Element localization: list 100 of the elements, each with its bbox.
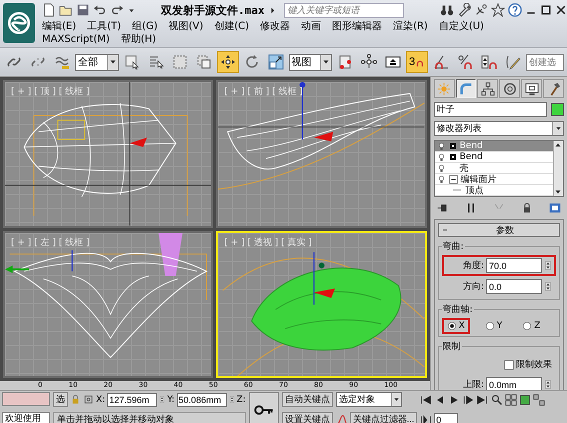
light-bulb-icon[interactable] xyxy=(436,174,446,184)
sun-icon xyxy=(437,82,452,96)
play-icon[interactable] xyxy=(448,394,460,406)
zoom-all-icon[interactable] xyxy=(505,394,518,406)
menu-item[interactable]: 自定义(U) xyxy=(438,20,484,33)
group-label: 弯曲: xyxy=(442,240,465,253)
menu-item[interactable]: 渲染(R) xyxy=(393,20,428,33)
light-bulb-icon[interactable] xyxy=(436,142,446,150)
caret-icon xyxy=(108,58,116,66)
radio-label: Y xyxy=(496,321,502,331)
up-arrow-box-icon xyxy=(385,54,401,70)
spinner-arrows-icon[interactable] xyxy=(228,393,235,406)
spinner-arrows-icon[interactable] xyxy=(544,259,552,272)
undo-icon[interactable] xyxy=(93,3,107,17)
menu-item[interactable]: 组(G) xyxy=(132,20,158,33)
panel-tab[interactable] xyxy=(543,79,564,98)
new-file-icon[interactable] xyxy=(42,3,56,17)
app-logo-icon[interactable] xyxy=(6,10,32,36)
modifier-stack-item[interactable]: Bend xyxy=(434,152,553,163)
modifier-stack-item[interactable]: 编辑面片 xyxy=(434,174,553,185)
zoom-extents-icon[interactable] xyxy=(519,394,532,406)
panel-tab[interactable] xyxy=(477,79,498,98)
menu-item[interactable]: 视图(V) xyxy=(168,20,204,33)
scrollbar[interactable] xyxy=(553,141,563,196)
panel-tab[interactable] xyxy=(456,79,476,98)
group-label: 弯曲轴: xyxy=(442,304,474,316)
radio-button[interactable] xyxy=(484,321,495,331)
menu-item[interactable]: 工具(T) xyxy=(87,20,122,33)
configure-sets-icon[interactable] xyxy=(548,201,562,215)
named-selection-field[interactable]: 创建选 xyxy=(526,54,564,70)
spinner-arrows-icon[interactable] xyxy=(544,280,552,293)
modifier-list-dropdown[interactable]: 修改器列表 xyxy=(434,121,564,136)
current-frame-field[interactable]: 0 xyxy=(434,412,458,423)
maximize-icon[interactable] xyxy=(540,4,552,16)
prompt-field[interactable]: 欢迎使用 xyxy=(2,412,50,423)
spinner-field[interactable]: 70.0 xyxy=(486,258,542,273)
open-folder-icon[interactable] xyxy=(59,3,73,17)
radio-button[interactable] xyxy=(446,321,457,331)
monitor-icon xyxy=(524,82,539,96)
object-color-swatch[interactable] xyxy=(551,103,564,116)
coordinate-label: X: xyxy=(96,394,106,404)
caret-icon xyxy=(554,188,562,196)
panel-tab[interactable] xyxy=(499,79,520,98)
modifier-stack-item[interactable]: 壳 xyxy=(434,163,553,174)
checkbox[interactable] xyxy=(504,360,514,370)
object-name-field[interactable]: 叶子 xyxy=(434,102,547,117)
key-button[interactable] xyxy=(248,392,279,423)
circular-arrow-icon xyxy=(244,54,260,70)
save-icon[interactable] xyxy=(76,3,90,17)
key-mode-dropdown[interactable]: 选定对象 xyxy=(336,392,402,407)
x-coordinate-field[interactable]: 127.596m xyxy=(107,392,158,406)
auto-key-button[interactable]: 自动关键点 xyxy=(282,392,333,407)
spinner-magnet-icon xyxy=(481,54,497,70)
zoom-icon[interactable] xyxy=(491,394,504,406)
star-icon[interactable] xyxy=(491,3,505,17)
pencil-icon xyxy=(505,54,521,70)
light-bulb-icon[interactable] xyxy=(436,152,446,162)
spinner-field[interactable]: 0.0 xyxy=(486,279,542,294)
menu-item[interactable]: MAXScript(M) xyxy=(42,33,110,46)
hierarchy-icon xyxy=(480,82,495,96)
snap-toggle-button[interactable]: 3 xyxy=(406,51,428,73)
redo-icon[interactable] xyxy=(110,3,124,17)
square-icon xyxy=(448,153,457,161)
rollout-header[interactable]: 参数 xyxy=(438,223,560,237)
light-bulb-icon[interactable] xyxy=(436,164,446,172)
menu-item[interactable]: 编辑(E) xyxy=(42,20,76,33)
move-button[interactable] xyxy=(216,51,238,73)
y-coordinate-field[interactable]: 50.086mm xyxy=(176,392,227,406)
modifier-stack-item[interactable]: 顶点 xyxy=(434,185,553,196)
panel-tab[interactable] xyxy=(521,79,542,98)
key-tangent-icon[interactable] xyxy=(336,414,348,423)
collapse-box-icon[interactable] xyxy=(448,174,458,184)
menu-item[interactable]: 图形编辑器 xyxy=(332,20,382,33)
dropdown[interactable]: 全部 xyxy=(75,54,118,70)
next-frame-icon[interactable] xyxy=(462,394,474,406)
dropdown[interactable]: 视图 xyxy=(288,54,332,70)
binoculars-icon[interactable] xyxy=(440,3,454,17)
menu-item[interactable]: 创建(C) xyxy=(214,20,250,33)
menu-item[interactable]: 动画 xyxy=(301,20,322,33)
close-icon[interactable] xyxy=(555,4,567,16)
key-mode-icon[interactable] xyxy=(420,414,432,423)
status-text: 单击并拖动以选择并移动对象 xyxy=(53,412,246,423)
help-icon[interactable] xyxy=(508,3,522,17)
wrench-icon[interactable] xyxy=(457,3,471,17)
scale-square-icon xyxy=(268,54,284,70)
spinner-field[interactable]: 0.0mm xyxy=(486,377,542,390)
spinner-arrows-icon[interactable] xyxy=(544,378,552,390)
go-to-end-icon[interactable] xyxy=(476,394,488,406)
search-field[interactable]: 键入关键字或短语 xyxy=(284,2,404,18)
menu-item[interactable]: 帮助(H) xyxy=(120,33,156,46)
caret-icon xyxy=(554,141,562,149)
coordinate-label: Y: xyxy=(167,394,175,404)
zoom-extents-all-icon[interactable] xyxy=(533,394,546,406)
selection-lock-button[interactable]: 选 xyxy=(53,392,68,407)
go-to-start-icon[interactable] xyxy=(420,394,432,406)
transform-mode-icon[interactable] xyxy=(83,394,94,405)
spinner-arrows-icon[interactable] xyxy=(159,393,166,406)
menu-item[interactable]: 修改器 xyxy=(260,20,290,33)
radio-button[interactable] xyxy=(522,321,532,331)
lock-icon[interactable] xyxy=(70,394,81,405)
